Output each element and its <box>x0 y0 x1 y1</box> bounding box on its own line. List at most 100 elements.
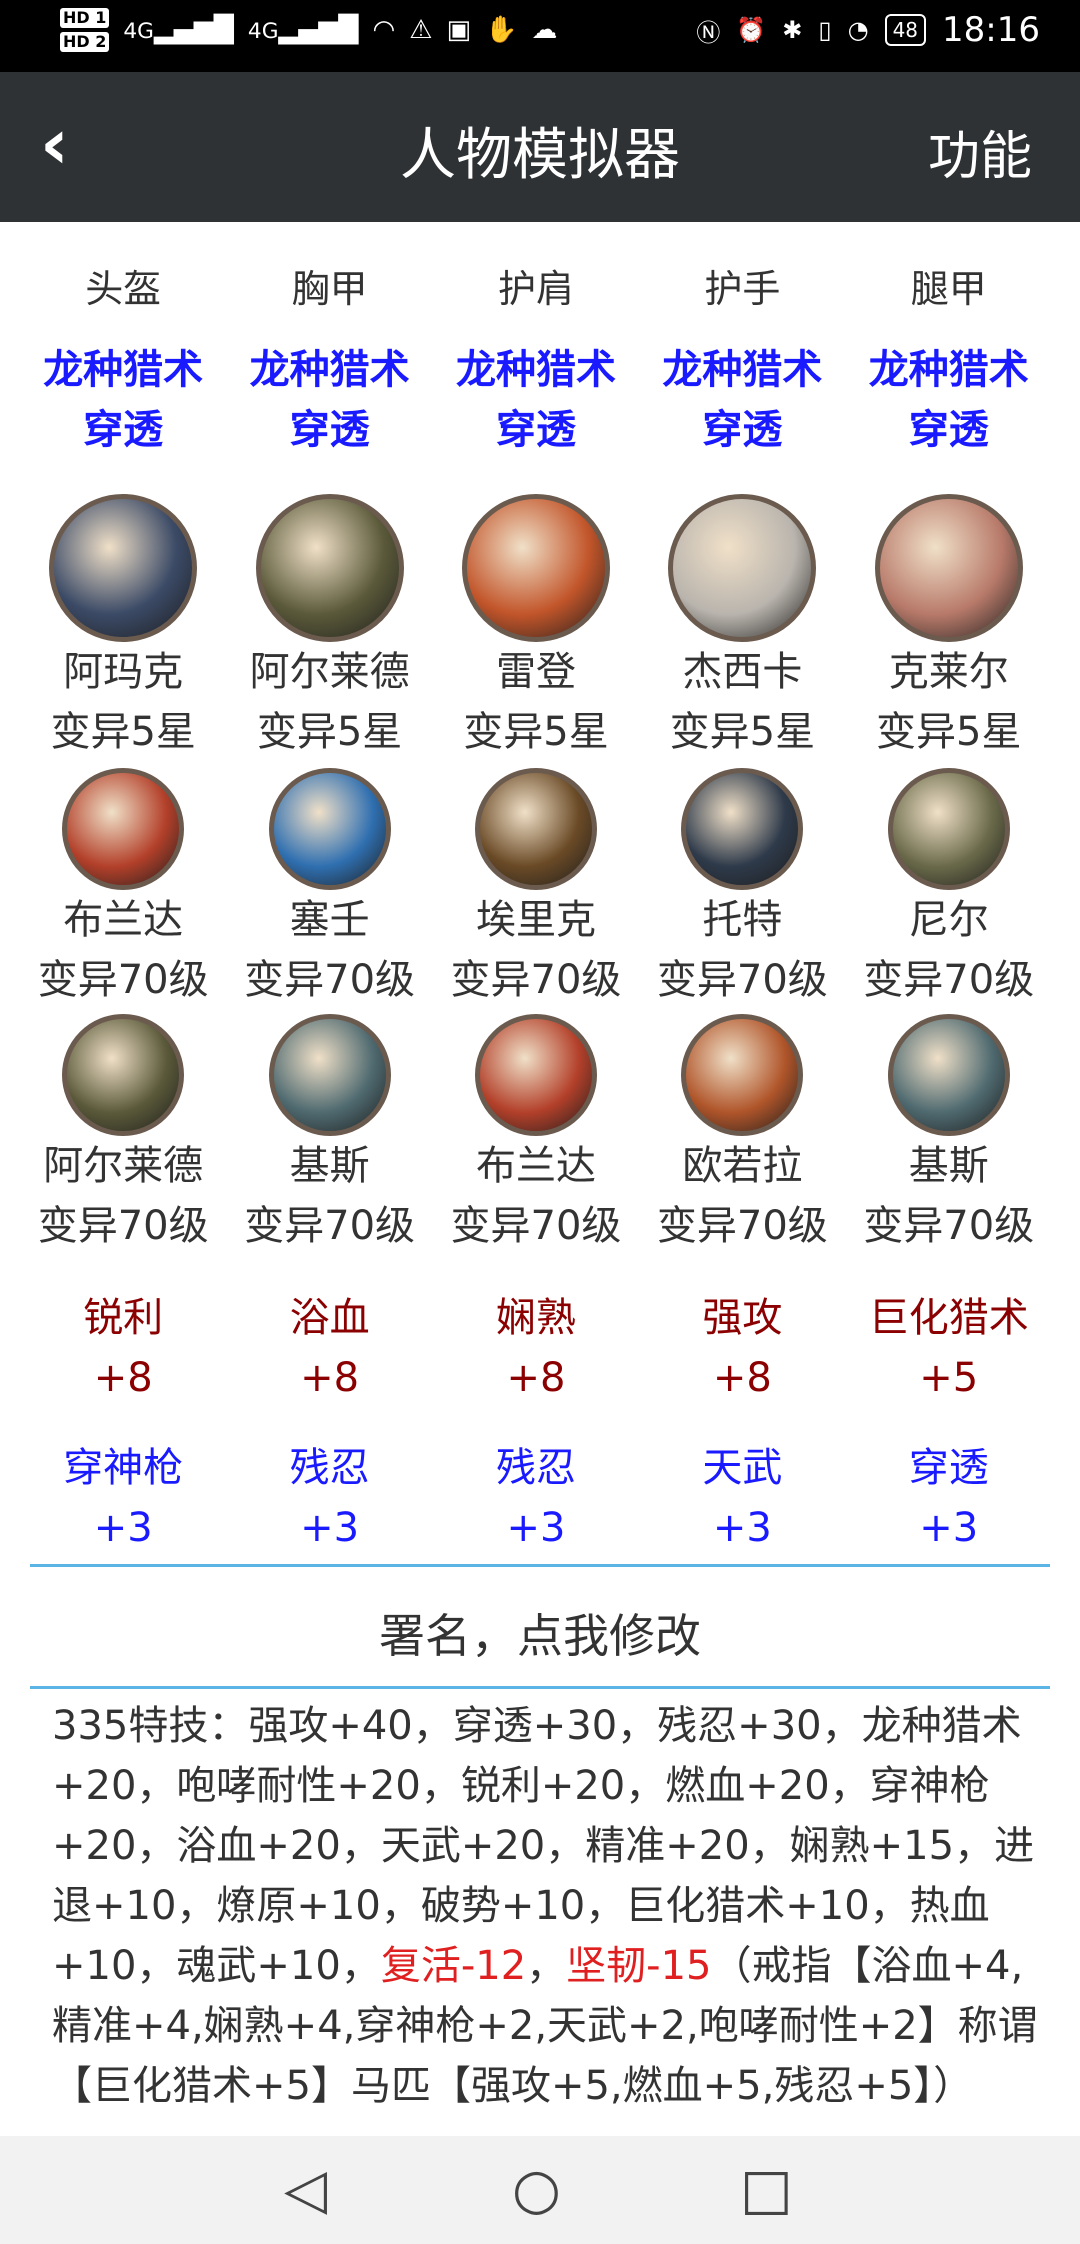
hero-name: 基斯 <box>289 1143 370 1189</box>
attr-name: 强攻 <box>702 1295 783 1341</box>
hero-row-3: 阿尔莱德 变异70级 基斯 变异70级 布兰达 变异70级 欧若拉 变异70级 基斯 变异… <box>20 1014 1052 1256</box>
signature-button[interactable]: 署名，点我修改 <box>0 1600 1080 1666</box>
hero-card[interactable]: 托特 变异70级 <box>639 768 845 1010</box>
slot-skill-hand[interactable]: 龙种猎术 穿透 <box>639 340 845 460</box>
slot-leg: 腿甲 <box>910 267 987 311</box>
skill-line1: 龙种猎术 <box>868 347 1029 393</box>
hero-card[interactable]: 塞壬 变异70级 <box>226 768 432 1010</box>
hero-name: 阿尔莱德 <box>43 1143 204 1189</box>
hero-card[interactable]: 基斯变异70级 <box>846 1014 1052 1256</box>
hero-avatar <box>268 768 391 890</box>
attr-value: +8 <box>300 1355 360 1401</box>
hero-name: 阿玛克 <box>63 649 184 695</box>
hero-card[interactable]: 欧若拉 变异70级 <box>639 1014 845 1256</box>
hero-level: 变异70级 <box>37 957 209 1003</box>
attr-item[interactable]: 天武 +3 <box>639 1438 845 1558</box>
hero-avatar <box>474 768 597 890</box>
attr-item[interactable]: 浴血 +8 <box>226 1288 432 1408</box>
hero-card[interactable]: 雷登 变异5星 <box>433 494 639 762</box>
hero-card[interactable]: 克莱尔 变异5星 <box>846 494 1052 762</box>
hero-level: 变异70级 <box>863 957 1035 1003</box>
hero-level: 变异5星 <box>669 709 816 755</box>
function-button[interactable]: 功能 <box>928 114 1032 189</box>
bluetooth-icon: ✱ <box>782 16 803 44</box>
attr-name: 天武 <box>702 1445 783 1491</box>
hand-icon: ✋ <box>485 15 518 45</box>
hero-card[interactable]: 杰西卡 变异5星 <box>639 494 845 762</box>
hero-avatar <box>62 768 185 890</box>
attr-item[interactable]: 巨化猎术 +5 <box>846 1288 1052 1408</box>
attr-value: +3 <box>93 1505 153 1551</box>
page-title: 人物模拟器 <box>400 123 680 188</box>
attr-item[interactable]: 娴熟 +8 <box>433 1288 639 1408</box>
attr-name: 娴熟 <box>495 1295 576 1341</box>
skill-line2: 穿透 <box>908 407 989 453</box>
status-left: HD 1 HD 2 4G▂▄▆█ 4G▂▄▆█ ◠ ⚠ ▣ ✋ ☁ <box>60 8 557 52</box>
hero-level: 变异70级 <box>863 1203 1035 1249</box>
hero-card[interactable]: 布兰达 变异70级 <box>20 768 226 1010</box>
hero-card[interactable]: 阿尔莱德变异5星 <box>226 494 432 762</box>
system-nav-bar: ◁ ○ □ <box>0 2136 1080 2244</box>
attr-value: +8 <box>506 1355 566 1401</box>
slot-helmet: 头盔 <box>85 267 162 311</box>
summary-negative-2: 坚韧-15 <box>566 1943 712 1989</box>
hero-avatar <box>668 494 817 642</box>
attr-value: +8 <box>93 1355 153 1401</box>
app-bar: ‹ 人物模拟器 功能 <box>0 72 1080 222</box>
hero-level: 变异5星 <box>256 709 403 755</box>
attr-value: +3 <box>506 1505 566 1551</box>
slot-skill-helmet[interactable]: 龙种猎术 穿透 <box>20 340 226 460</box>
skill-line1: 龙种猎术 <box>43 347 204 393</box>
divider-top <box>30 1564 1050 1567</box>
attr-value: +3 <box>712 1505 772 1551</box>
hero-row-1: 阿玛克 变异5星 阿尔莱德 变异5星 雷登 变异5星 杰西卡 变异5星 克莱尔 变异5星 <box>20 494 1052 762</box>
hero-avatar <box>681 768 804 890</box>
attr-row-red: 锐利 +8 浴血 +8 娴熟 +8 强攻 +8 巨化猎术 +5 <box>20 1288 1052 1408</box>
hero-card[interactable]: 基斯 变异70级 <box>226 1014 432 1256</box>
summary-text: 335特技：强攻+40，穿透+30，残忍+30，龙种猎术+20，咆哮耐性+20，… <box>52 1696 1042 2116</box>
status-right: Ⓝ ⏰ ✱ ▯ ◔ 48 18:16 <box>696 10 1040 50</box>
hero-level: 变异70级 <box>450 1203 622 1249</box>
attr-item[interactable]: 穿神枪 +3 <box>20 1438 226 1558</box>
skill-line1: 龙种猎术 <box>662 347 823 393</box>
attr-item[interactable]: 锐利 +8 <box>20 1288 226 1408</box>
slot-skill-row: 龙种猎术 穿透 龙种猎术 穿透 龙种猎术 穿透 龙种猎术 穿透 龙种猎术 穿透 <box>20 340 1052 460</box>
skill-line2: 穿透 <box>495 407 576 453</box>
hero-name: 阿尔莱德 <box>249 649 410 695</box>
slot-skill-leg[interactable]: 龙种猎术 穿透 <box>846 340 1052 460</box>
attr-name: 穿透 <box>908 1445 989 1491</box>
attr-item[interactable]: 残忍 +3 <box>226 1438 432 1558</box>
speed-icon: ◔ <box>847 16 869 44</box>
hd2-badge: HD 2 <box>60 32 110 52</box>
attr-item[interactable]: 穿透 +3 <box>846 1438 1052 1558</box>
hero-card[interactable]: 阿尔莱德 变异70级 <box>20 1014 226 1256</box>
hero-avatar <box>62 1014 185 1136</box>
hero-level: 变异70级 <box>656 1203 828 1249</box>
hero-name: 塞壬 <box>289 897 370 943</box>
summary-negative-1: 复活-12 <box>380 1943 527 1989</box>
status-time: 18:16 <box>942 10 1040 50</box>
nav-recents-icon[interactable]: □ <box>740 2162 793 2218</box>
skill-line1: 龙种猎术 <box>249 347 410 393</box>
hero-name: 基斯 <box>908 1143 989 1189</box>
nav-back-icon[interactable]: ◁ <box>284 2162 327 2218</box>
attr-item[interactable]: 强攻 +8 <box>639 1288 845 1408</box>
hero-card[interactable]: 阿玛克 变异5星 <box>20 494 226 762</box>
hero-card[interactable]: 尼尔 变异70级 <box>846 768 1052 1010</box>
cloud-icon: ☁ <box>531 15 558 45</box>
hero-card[interactable]: 布兰达 变异70级 <box>433 1014 639 1256</box>
hero-avatar <box>268 1014 391 1136</box>
summary-separator: ， <box>526 1943 567 1989</box>
hero-level: 变异5星 <box>876 709 1022 755</box>
attr-item[interactable]: 残忍 +3 <box>433 1438 639 1558</box>
hero-card[interactable]: 埃里克 变异70级 <box>433 768 639 1010</box>
hero-row-2: 布兰达 变异70级 塞壬 变异70级 埃里克 变异70级 托特 变异70级 尼尔 变异70… <box>20 768 1052 1010</box>
skill-line2: 穿透 <box>83 407 164 453</box>
slot-skill-shoulder[interactable]: 龙种猎术 穿透 <box>433 340 639 460</box>
signal1-icon: 4G▂▄▆█ <box>123 15 234 45</box>
attr-value: +3 <box>919 1505 979 1551</box>
nav-home-icon[interactable]: ○ <box>512 2162 561 2218</box>
app-notify-icon: ▣ <box>446 15 472 45</box>
slot-skill-chest[interactable]: 龙种猎术 穿透 <box>226 340 432 460</box>
hero-avatar <box>49 494 198 642</box>
